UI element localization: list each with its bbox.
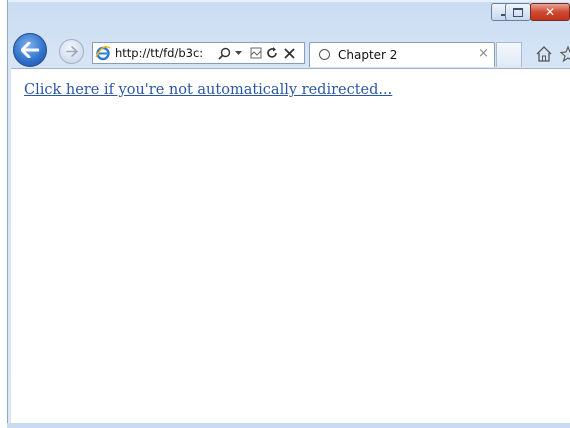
close-button[interactable]: ✕ — [530, 3, 570, 21]
address-bar[interactable]: http://tt/fd/b3c: — [92, 42, 305, 64]
star-icon[interactable] — [560, 45, 570, 63]
arrow-right-icon — [65, 46, 78, 57]
browser-window: ✕ http://tt/fd/b3c: Chapter 2 × Click he… — [0, 0, 570, 428]
home-icon[interactable] — [535, 45, 553, 63]
frame-highlight — [8, 0, 570, 2]
arrow-left-icon — [21, 42, 39, 58]
loading-spinner-icon — [319, 49, 330, 60]
stop-icon[interactable] — [283, 46, 295, 60]
redirect-link[interactable]: Click here if you're not automatically r… — [24, 82, 392, 98]
address-url[interactable]: http://tt/fd/b3c: — [115, 46, 215, 60]
page-content: Click here if you're not automatically r… — [11, 68, 570, 425]
tab-title: Chapter 2 — [338, 48, 398, 62]
ie-logo-icon — [95, 45, 111, 61]
maximize-button[interactable] — [505, 3, 531, 21]
search-icon[interactable] — [217, 46, 231, 60]
new-tab-button[interactable] — [496, 42, 522, 67]
tab-close-button[interactable]: × — [478, 46, 489, 61]
close-icon: ✕ — [544, 5, 556, 19]
chevron-down-icon[interactable] — [234, 46, 242, 60]
forward-button[interactable] — [59, 39, 84, 64]
back-button[interactable] — [13, 33, 47, 67]
frame-bottom — [7, 423, 570, 428]
tab-chapter-2[interactable]: Chapter 2 × — [309, 42, 495, 67]
compatibility-view-icon[interactable] — [249, 46, 263, 60]
maximize-icon — [513, 7, 523, 17]
refresh-icon[interactable] — [266, 46, 278, 60]
